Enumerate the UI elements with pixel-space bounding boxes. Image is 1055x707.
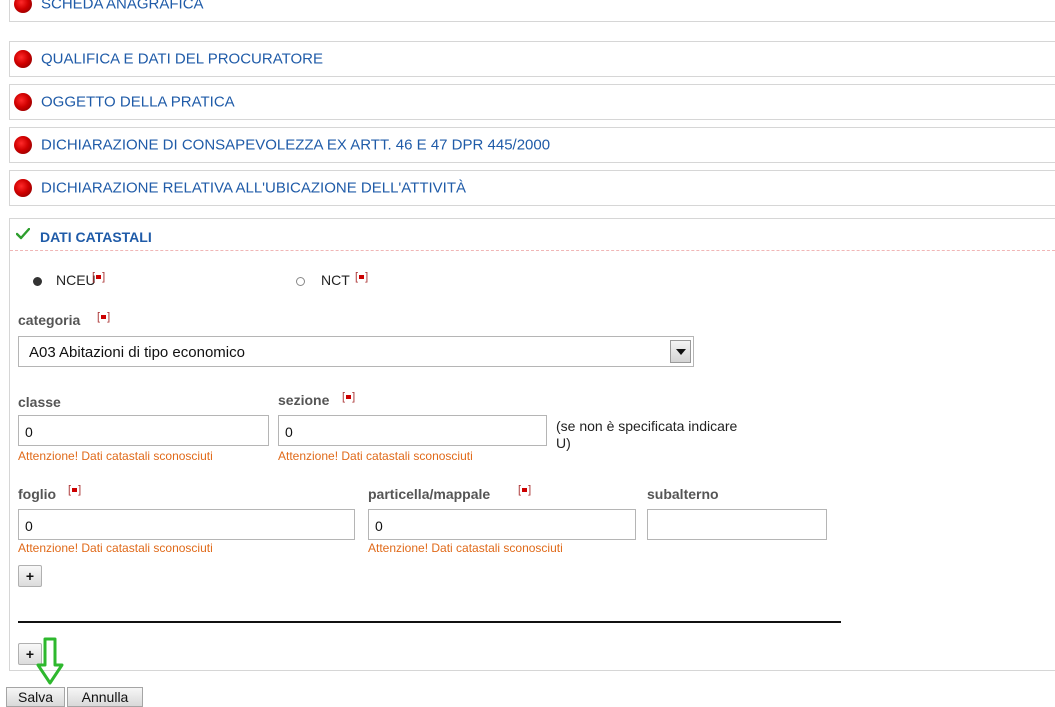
sezione-note: (se non è specificata indicare U): [556, 418, 738, 451]
section-label: OGGETTO DELLA PRATICA: [41, 93, 235, 111]
foglio-value: 0: [25, 518, 33, 534]
status-red-icon: [14, 93, 32, 111]
chevron-down-icon[interactable]: [670, 340, 691, 363]
subalterno-input[interactable]: [647, 509, 827, 540]
dati-catastali-panel: DATI CATASTALI NCEU [] NCT [] categoria …: [9, 218, 1055, 671]
status-red-icon: [14, 50, 32, 68]
foglio-warning: Attenzione! Dati catastali sconosciuti: [18, 541, 213, 555]
foglio-input[interactable]: 0: [18, 509, 355, 540]
status-red-icon: [14, 179, 32, 197]
required-icon: []: [355, 271, 369, 283]
header-divider: [10, 250, 1055, 251]
section-label: DICHIARAZIONE RELATIVA ALL'UBICAZIONE DE…: [41, 179, 466, 197]
section-scheda-anagrafica[interactable]: SCHEDA ANAGRAFICA: [9, 0, 1055, 22]
required-icon: []: [97, 311, 111, 323]
add-particella-button[interactable]: +: [18, 565, 42, 587]
classe-value: 0: [25, 424, 33, 440]
save-button[interactable]: Salva: [6, 687, 65, 707]
radio-nct-label: NCT: [321, 272, 350, 288]
panel-title: DATI CATASTALI: [40, 229, 152, 245]
sezione-label: sezione: [278, 392, 330, 408]
classe-label: classe: [18, 394, 61, 410]
section-label: QUALIFICA E DATI DEL PROCURATORE: [41, 50, 323, 68]
particella-warning: Attenzione! Dati catastali sconosciuti: [368, 541, 563, 555]
status-red-icon: [14, 136, 32, 154]
required-icon: []: [518, 484, 532, 496]
cancel-button[interactable]: Annulla: [67, 687, 143, 707]
required-icon: []: [342, 391, 356, 403]
sezione-warning: Attenzione! Dati catastali sconosciuti: [278, 449, 473, 463]
particella-input[interactable]: 0: [368, 509, 636, 540]
required-icon: []: [92, 271, 106, 283]
radio-nct[interactable]: [296, 277, 305, 286]
section-label: SCHEDA ANAGRAFICA: [41, 0, 204, 13]
sezione-value: 0: [285, 424, 293, 440]
classe-input[interactable]: 0: [18, 415, 269, 446]
categoria-label: categoria: [18, 312, 81, 328]
section-label: DICHIARAZIONE DI CONSAPEVOLEZZA EX ARTT.…: [41, 136, 551, 154]
divider: [18, 621, 841, 623]
categoria-selected-value: A03 Abitazioni di tipo economico: [29, 344, 245, 361]
radio-nceu[interactable]: [33, 277, 42, 286]
section-qualifica-procuratore[interactable]: QUALIFICA E DATI DEL PROCURATORE: [9, 41, 1055, 77]
radio-nceu-label: NCEU: [56, 272, 96, 288]
subalterno-label: subalterno: [647, 486, 719, 502]
particella-label: particella/mappale: [368, 486, 491, 502]
particella-value: 0: [375, 518, 383, 534]
panel-header[interactable]: DATI CATASTALI: [10, 219, 1055, 251]
required-icon: []: [68, 484, 82, 496]
arrow-down-icon: [36, 637, 64, 685]
section-dichiarazione-consapevolezza[interactable]: DICHIARAZIONE DI CONSAPEVOLEZZA EX ARTT.…: [9, 127, 1055, 163]
classe-warning: Attenzione! Dati catastali sconosciuti: [18, 449, 213, 463]
section-dichiarazione-ubicazione[interactable]: DICHIARAZIONE RELATIVA ALL'UBICAZIONE DE…: [9, 170, 1055, 206]
sezione-input[interactable]: 0: [278, 415, 547, 446]
categoria-select[interactable]: A03 Abitazioni di tipo economico: [18, 336, 694, 367]
foglio-label: foglio: [18, 486, 57, 502]
checkmark-icon: [16, 228, 30, 240]
status-red-icon: [14, 0, 32, 13]
section-oggetto-pratica[interactable]: OGGETTO DELLA PRATICA: [9, 84, 1055, 120]
